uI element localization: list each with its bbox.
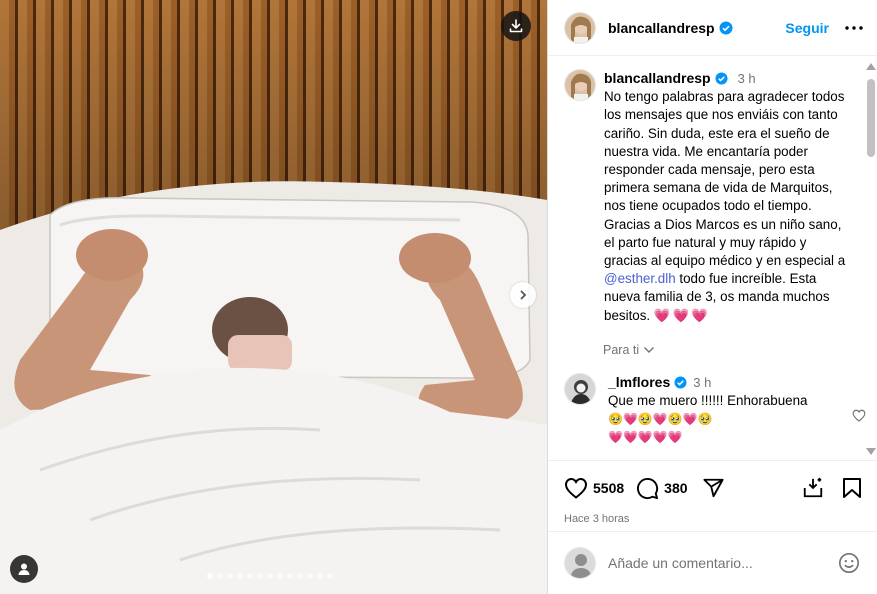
comment-body: _lmflores 3 h Que me muero !!!!!! Enhorab… [608,373,818,446]
verified-icon [719,21,733,34]
carousel-dot [217,573,223,579]
more-icon [845,25,863,30]
save-to-collection-button[interactable] [802,477,824,499]
heart-icon [564,477,588,499]
download-button[interactable] [501,11,531,41]
for-you-label: Para ti [603,342,640,357]
tagged-users-button[interactable] [10,555,38,583]
caption-mention-link[interactable]: @esther.dlh [604,271,676,286]
author-username[interactable]: blancallandresp [608,20,715,36]
post-header: blancallandresp Seguir [548,0,877,56]
caption-text: No tengo palabras para agradecer todos l… [604,89,846,269]
comment-icon [637,477,659,499]
current-user-avatar [564,547,596,579]
bookmark-icon [843,478,861,498]
share-button[interactable] [702,477,725,499]
carousel-dot [237,573,243,579]
post-viewer: blancallandresp Seguir blancallandresp 3 … [0,0,877,594]
carousel-next-button[interactable] [510,282,536,308]
add-comment-input[interactable]: Añade un comentario... [608,555,838,571]
avatar[interactable] [564,372,596,405]
carousel-dot [227,573,233,579]
likes-count[interactable]: 5508 [593,480,624,496]
scroll-down-arrow[interactable] [866,448,876,455]
carousel-dot [287,573,293,579]
carousel-dot [307,573,313,579]
carousel-dot [267,573,273,579]
post-side-panel: blancallandresp Seguir blancallandresp 3 … [547,0,877,594]
carousel-dot [327,573,333,579]
caption-time: 3 h [737,71,756,86]
comment-time: 3 h [693,374,712,390]
more-options-button[interactable] [845,25,863,30]
carousel-dot [247,573,253,579]
post-media[interactable] [0,0,547,594]
emoji-icon [839,553,859,573]
comments-scrollbar[interactable] [863,57,877,459]
user-tag-icon [18,563,30,575]
caption-emojis: 💗💗💗 [653,307,710,323]
carousel-indicator [207,573,333,579]
comment-emojis: 💗💗💗💗💗 [608,429,683,444]
avatar[interactable] [564,69,596,101]
bookmark-button[interactable] [842,477,862,499]
follow-button[interactable]: Seguir [785,20,829,36]
chevron-down-icon [644,346,655,353]
carousel-dot [277,573,283,579]
carousel-dot [257,573,263,579]
post-photo [0,0,547,594]
post-timestamp: Hace 3 horas [564,513,630,525]
comment-emojis: 🥹💗🥹💗🥹💗🥹 [608,411,713,426]
comment-text: Que me muero !!!!!! Enhorabuena [608,392,808,408]
avatar[interactable] [564,11,596,44]
scroll-up-arrow[interactable] [866,63,876,70]
caption-body: blancallandresp 3 h No tengo palabras par… [604,69,848,325]
comment-item: _lmflores 3 h Que me muero !!!!!! Enhorab… [564,372,866,446]
verified-icon [674,376,687,389]
caption-username[interactable]: blancallandresp [604,70,711,86]
like-button[interactable]: 5508 [564,477,624,499]
for-you-toggle[interactable]: Para ti [603,343,858,357]
post-caption: blancallandresp 3 h No tengo palabras par… [564,69,858,325]
add-comment-bar: Añade un comentario... [548,531,877,594]
carousel-dot [207,573,213,579]
chevron-right-icon [520,290,527,300]
emoji-button[interactable] [838,552,860,574]
post-actions: 5508 380 Hace 3 horas [548,460,877,530]
carousel-dot [317,573,323,579]
save-to-collection-icon [803,477,823,498]
verified-icon [715,72,728,85]
comment-button[interactable]: 380 [636,477,688,500]
scroll-thumb[interactable] [867,79,875,157]
comments-count[interactable]: 380 [664,480,687,496]
carousel-dot [297,573,303,579]
download-icon [509,19,523,33]
comments-list[interactable]: blancallandresp 3 h No tengo palabras par… [548,57,877,460]
share-icon [702,478,724,498]
comment-username[interactable]: _lmflores [608,374,670,390]
